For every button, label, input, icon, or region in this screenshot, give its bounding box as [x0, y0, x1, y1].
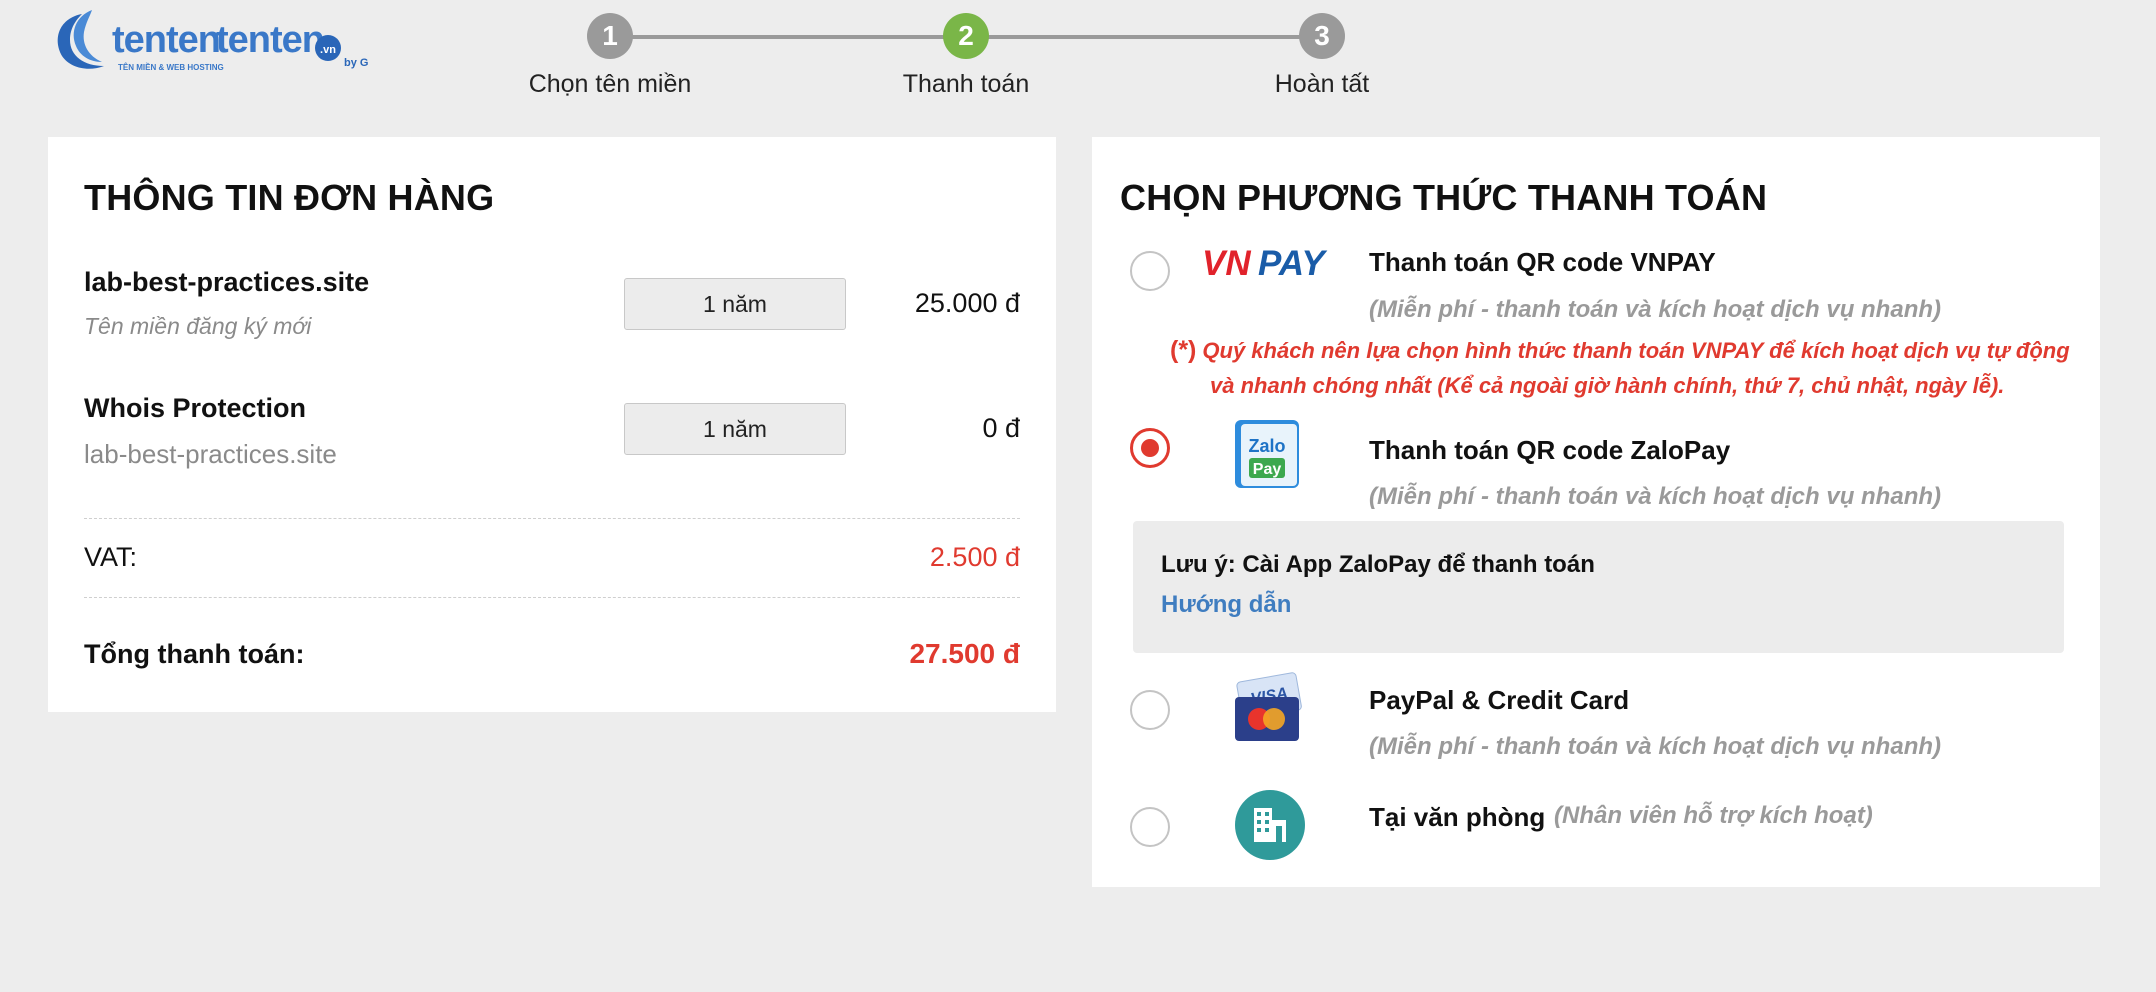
divider	[84, 597, 1020, 598]
svg-text:PAY: PAY	[1258, 244, 1327, 283]
vnpay-warning: (*) Quý khách nên lựa chọn hình thức than…	[1170, 333, 2070, 403]
zalopay-method-subtitle: (Miễn phí - thanh toán và kích hoạt dịch…	[1369, 483, 1942, 510]
domain-item-subtitle: Tên miền đăng ký mới	[84, 313, 312, 339]
domain-item-name: lab-best-practices.site	[84, 267, 370, 297]
vat-label: VAT:	[84, 542, 138, 572]
divider	[84, 518, 1020, 519]
total-value: 27.500 đ	[909, 638, 1020, 669]
vnpay-warning-mark: (*)	[1170, 336, 1197, 364]
total-label: Tổng thanh toán:	[84, 639, 305, 669]
paypal-radio[interactable]	[1130, 690, 1170, 730]
step-3-label: Hoàn tất	[1274, 70, 1370, 98]
vnpay-radio[interactable]	[1130, 251, 1170, 291]
domain-item-price: 25.000 đ	[914, 288, 1020, 318]
vnpay-logo-icon: VN PAY	[1202, 244, 1327, 283]
paypal-method-subtitle: (Miễn phí - thanh toán và kích hoạt dịch…	[1369, 733, 1942, 760]
whois-item-price: 0 đ	[982, 413, 1020, 443]
office-radio[interactable]	[1130, 807, 1170, 847]
step-2-circle: 2	[943, 13, 989, 59]
order-info-panel: THÔNG TIN ĐƠN HÀNG lab-best-practices.si…	[48, 137, 1056, 712]
whois-period-select[interactable]: 1 năm	[624, 403, 846, 455]
credit-card-icon: VISA	[1235, 672, 1302, 741]
zalopay-logo-icon: Zalo Pay	[1235, 420, 1299, 488]
zalopay-method-title[interactable]: Thanh toán QR code ZaloPay	[1369, 435, 1730, 466]
step-1-circle: 1	[587, 13, 633, 59]
zalopay-note: Lưu ý: Cài App ZaloPay để thanh toán	[1161, 551, 1595, 578]
vnpay-method-subtitle: (Miễn phí - thanh toán và kích hoạt dịch…	[1369, 296, 1942, 323]
step-connector	[610, 35, 966, 39]
svg-text:Zalo: Zalo	[1248, 436, 1285, 456]
step-connector	[966, 35, 1322, 39]
whois-item-subtitle: lab-best-practices.site	[84, 439, 337, 469]
vnpay-warning-line1: Quý khách nên lựa chọn hình thức thanh t…	[1202, 338, 2070, 363]
zalopay-info-box: Lưu ý: Cài App ZaloPay để thanh toán Hướ…	[1133, 521, 2064, 653]
whois-item-name: Whois Protection	[84, 393, 306, 423]
svg-text:VN: VN	[1202, 244, 1251, 283]
office-method-title[interactable]: Tại văn phòng	[1369, 802, 1545, 833]
zalopay-guide-link[interactable]: Hướng dẫn	[1161, 591, 1291, 619]
step-3-circle: 3	[1299, 13, 1345, 59]
vnpay-method-title[interactable]: Thanh toán QR code VNPAY	[1369, 247, 1716, 278]
zalopay-radio[interactable]	[1130, 428, 1170, 468]
checkout-stepper: 1 Chọn tên miền 2 Thanh toán 3 Hoàn tất	[0, 0, 2156, 120]
paypal-method-title[interactable]: PayPal & Credit Card	[1369, 685, 1629, 716]
svg-text:Pay: Pay	[1253, 461, 1282, 478]
step-1-label: Chọn tên miền	[528, 70, 692, 98]
office-method-note: (Nhân viên hỗ trợ kích hoạt)	[1554, 802, 1873, 829]
payment-method-title: CHỌN PHƯƠNG THỨC THANH TOÁN	[1120, 177, 1768, 218]
office-building-icon	[1235, 790, 1305, 860]
order-info-title: THÔNG TIN ĐƠN HÀNG	[84, 177, 495, 218]
step-2-label: Thanh toán	[902, 70, 1030, 98]
vat-value: 2.500 đ	[929, 542, 1020, 572]
vnpay-warning-line2: và nhanh chóng nhất (Kể cả ngoài giờ hàn…	[1210, 373, 2005, 398]
domain-period-select[interactable]: 1 năm	[624, 278, 846, 330]
payment-method-panel: CHỌN PHƯƠNG THỨC THANH TOÁN VN PAY Thanh…	[1092, 137, 2100, 887]
